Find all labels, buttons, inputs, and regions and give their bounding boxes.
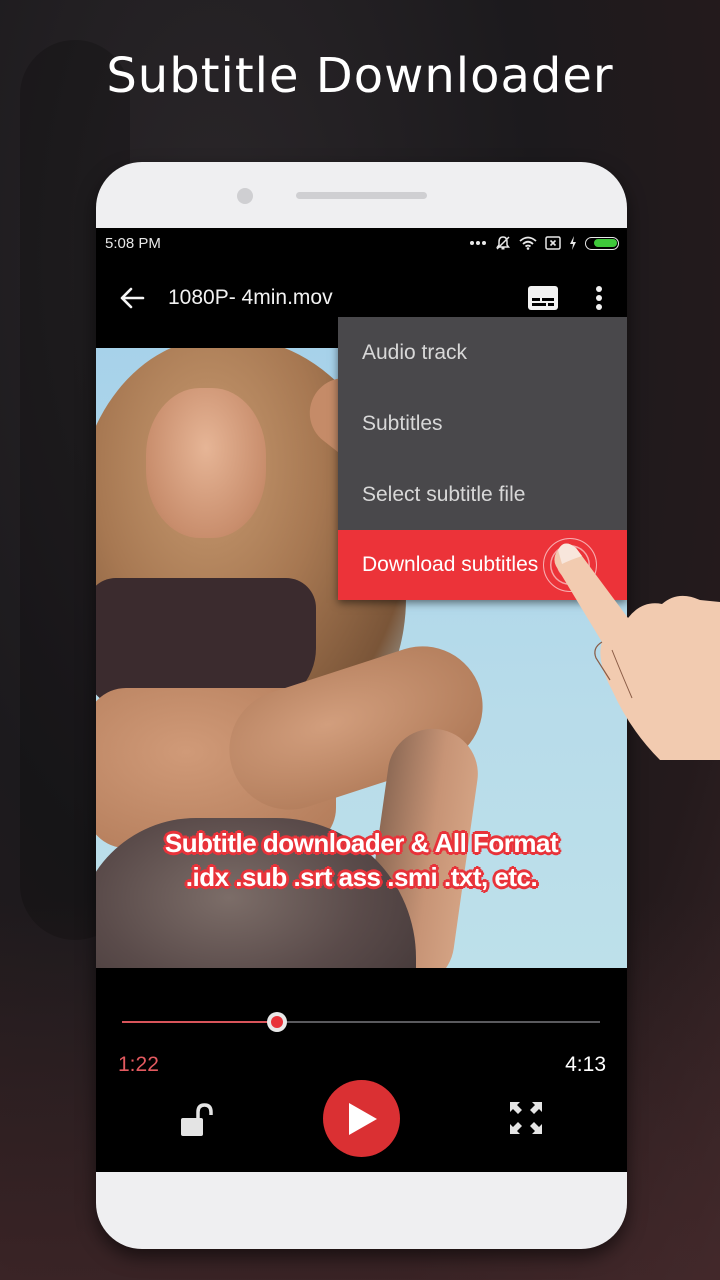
video-title: 1080P- 4min.mov (168, 286, 333, 309)
charging-bolt-icon (569, 236, 577, 250)
more-vert-icon (596, 286, 602, 310)
status-time: 5:08 PM (105, 234, 161, 252)
battery-icon (585, 236, 619, 250)
player-controls: 1:22 4:13 (96, 988, 627, 1172)
menu-item-label: Download subtitles (362, 553, 539, 576)
menu-item-subtitles[interactable]: Subtitles (338, 388, 627, 459)
notifications-off-icon (495, 235, 511, 251)
subtitle-caption: Subtitle downloader & All Format .idx .s… (96, 826, 627, 894)
seek-bar-thumb[interactable] (266, 1012, 287, 1032)
more-dots-icon (469, 240, 487, 246)
battery-level (593, 239, 617, 247)
status-bar: 5:08 PM (96, 228, 627, 258)
menu-item-select-subtitle-file[interactable]: Select subtitle file (338, 459, 627, 530)
play-button[interactable] (323, 1080, 400, 1157)
seek-bar-played (122, 1021, 277, 1023)
pointing-hand-illustration (554, 543, 720, 760)
subtitles-icon (528, 286, 558, 310)
video-image-face (146, 388, 266, 538)
lock-open-icon (181, 1103, 213, 1136)
phone-camera (237, 188, 253, 204)
menu-item-label: Subtitles (362, 411, 443, 435)
caption-line: Subtitle downloader & All Format (164, 828, 559, 858)
caption-line: .idx .sub .srt ass .smi .txt, etc. (185, 862, 538, 892)
menu-item-audio-track[interactable]: Audio track (338, 317, 627, 388)
seek-bar[interactable] (122, 1012, 600, 1032)
menu-item-label: Audio track (362, 340, 468, 364)
menu-item-label: Select subtitle file (362, 482, 526, 506)
sim-x-icon (545, 236, 561, 250)
play-icon (348, 1102, 377, 1135)
phone-speaker (296, 192, 427, 199)
fullscreen-button[interactable] (508, 1100, 544, 1136)
current-time: 1:22 (118, 1053, 159, 1076)
lock-button[interactable] (176, 1100, 216, 1140)
status-icons (469, 235, 619, 251)
fullscreen-icon (510, 1102, 542, 1134)
phone-screen: 5:08 PM 1080P- 4min.mov Subtitle downloa… (96, 228, 627, 1172)
wifi-icon (519, 236, 537, 250)
back-button[interactable] (96, 270, 168, 326)
arrow-left-icon (120, 287, 145, 309)
promo-headline: Subtitle Downloader (106, 48, 614, 104)
total-time: 4:13 (565, 1053, 606, 1076)
